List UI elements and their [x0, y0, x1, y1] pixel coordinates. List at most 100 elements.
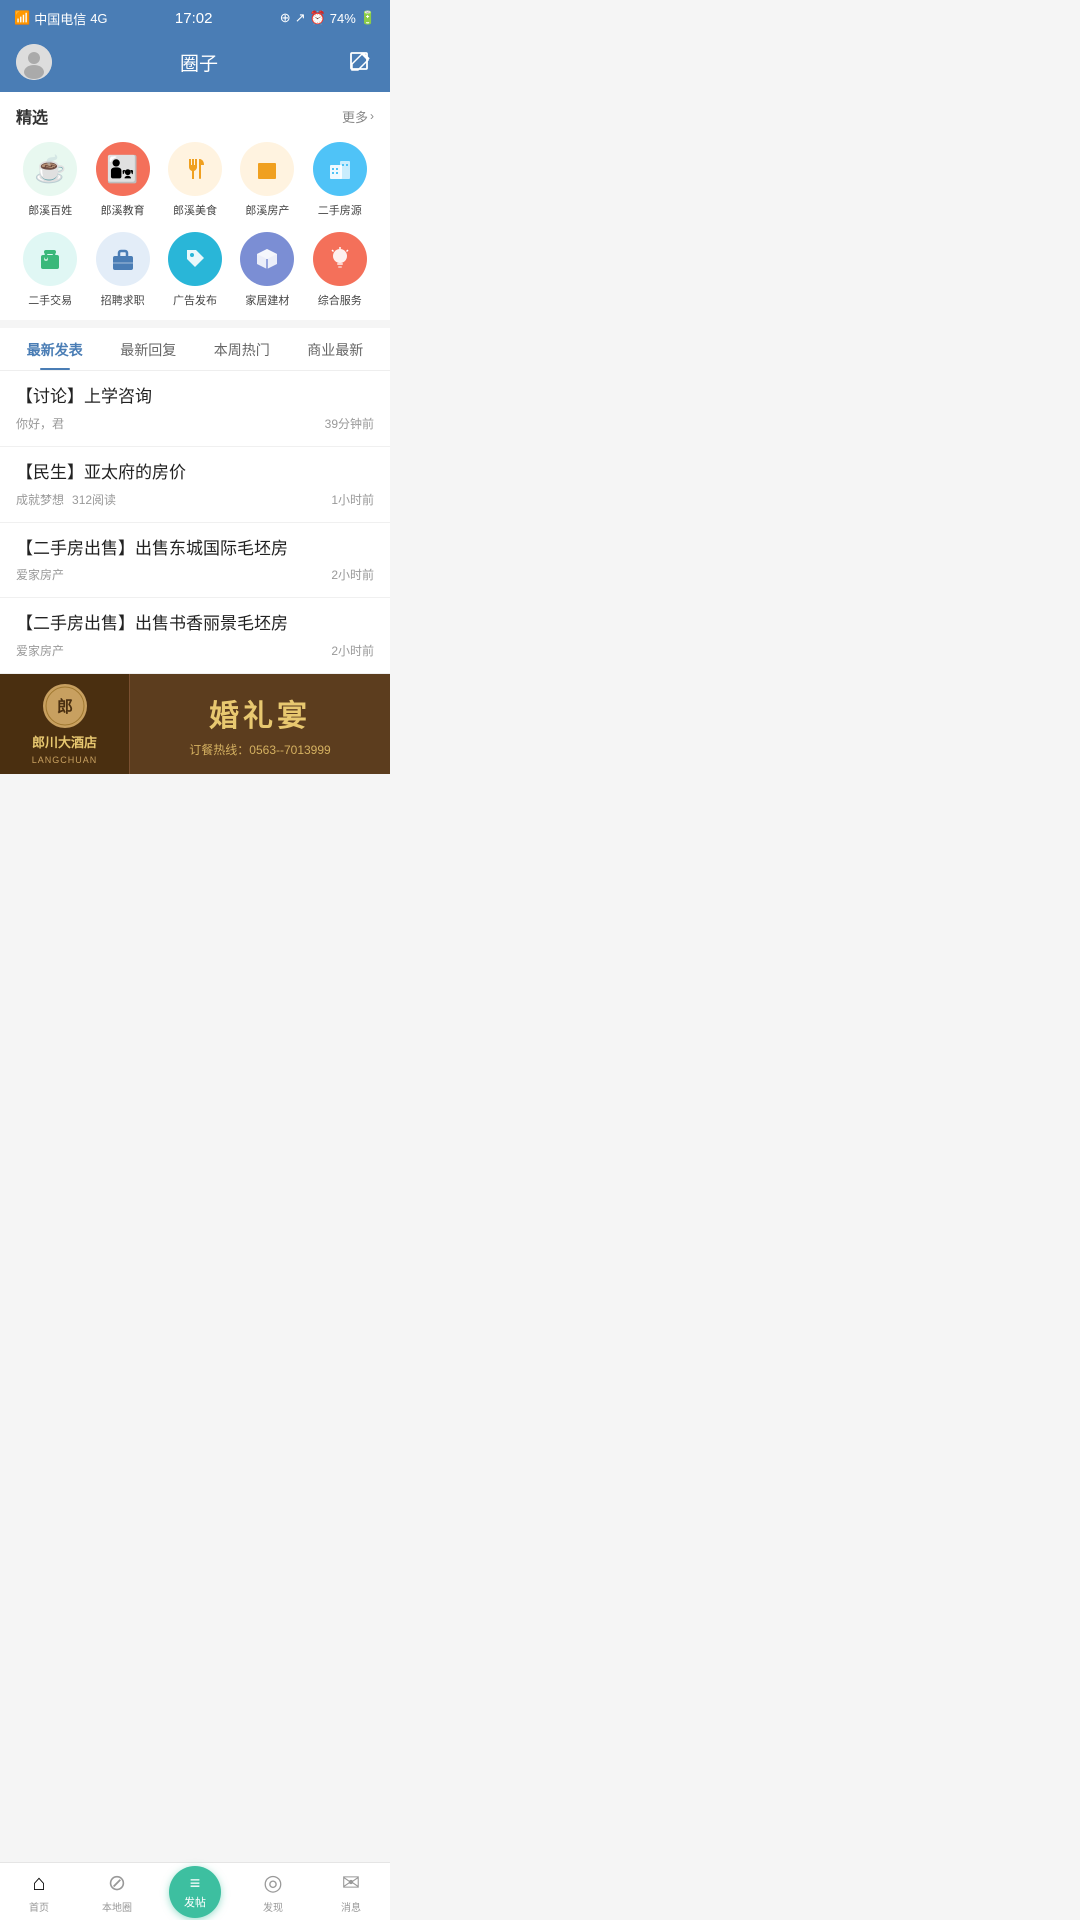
status-bar: 📶 中国电信 4G 17:02 ⊕ ↗ ⏰ 74% 🔋	[0, 0, 390, 36]
tab-latest[interactable]: 最新发表	[8, 328, 102, 370]
category-icon-ershoufangyuan	[313, 142, 367, 196]
ad-main-text: 婚礼宴	[209, 691, 311, 735]
category-label-guanggao: 广告发布	[173, 292, 217, 308]
post-author-reads: 爱家房产	[16, 566, 64, 583]
category-baixing[interactable]: ☕ 郎溪百姓	[16, 142, 84, 218]
post-time: 2小时前	[331, 642, 374, 659]
post-author-reads: 你好，君	[16, 415, 64, 432]
nav-localcircle-label: 本地圈	[102, 1899, 132, 1914]
more-link[interactable]: 更多 ›	[342, 107, 374, 126]
mail-icon: ✉	[342, 1870, 360, 1896]
status-left: 📶 中国电信 4G	[14, 9, 108, 28]
category-ershoujiaoy[interactable]: 二手交易	[16, 232, 84, 308]
plus-icon: ≡	[190, 1874, 201, 1892]
nav-home-label: 首页	[29, 1899, 49, 1914]
category-jiaoyu[interactable]: 👨‍👧 郎溪教育	[88, 142, 156, 218]
post-meta: 你好，君 39分钟前	[16, 415, 374, 432]
arrow-icon: ↗	[295, 10, 306, 26]
more-label: 更多	[342, 107, 368, 126]
nav-discover[interactable]: ◎ 发现	[234, 1863, 312, 1920]
ad-logo: 郎	[43, 684, 87, 728]
category-label-jiaju: 家居建材	[245, 292, 289, 308]
post-item[interactable]: 【二手房出售】出售东城国际毛坯房爱家房产 2小时前	[0, 523, 390, 599]
categories-grid: ☕ 郎溪百姓 👨‍👧 郎溪教育郎溪美食郎溪房产 二手房源二手交易招聘求职 广告发布 家居建材…	[16, 142, 374, 308]
circle-icon: ⊘	[108, 1870, 126, 1896]
post-author: 爱家房产	[16, 566, 64, 583]
category-label-fangchan: 郎溪房产	[245, 202, 289, 218]
category-zhaopin[interactable]: 招聘求职	[88, 232, 156, 308]
post-title: 【讨论】上学咨询	[16, 385, 374, 409]
post-title: 【民生】亚太府的房价	[16, 461, 374, 485]
tab-reply[interactable]: 最新回复	[102, 328, 196, 370]
post-meta: 爱家房产 2小时前	[16, 566, 374, 583]
nav-home[interactable]: ⌂ 首页	[0, 1863, 78, 1920]
battery-label: 74%	[330, 11, 356, 26]
post-author: 爱家房产	[16, 642, 64, 659]
post-title: 【二手房出售】出售东城国际毛坯房	[16, 537, 374, 561]
nav-message[interactable]: ✉ 消息	[312, 1863, 390, 1920]
avatar[interactable]	[16, 44, 52, 80]
posts-section: 【讨论】上学咨询你好，君 39分钟前【民生】亚太府的房价成就梦想312阅读1小时前…	[0, 371, 390, 674]
category-guanggao[interactable]: 广告发布	[161, 232, 229, 308]
tab-hot[interactable]: 本周热门	[195, 328, 289, 370]
edit-icon	[348, 50, 372, 74]
time-label: 17:02	[175, 10, 213, 27]
post-item[interactable]: 【讨论】上学咨询你好，君 39分钟前	[0, 371, 390, 447]
category-icon-meishi	[168, 142, 222, 196]
post-time: 2小时前	[331, 566, 374, 583]
fab-button[interactable]: ≡ 发帖	[169, 1866, 221, 1918]
category-icon-jiaju	[240, 232, 294, 286]
tab-business[interactable]: 商业最新	[289, 328, 383, 370]
signal-icon: 📶	[14, 10, 30, 26]
category-icon-guanggao	[168, 232, 222, 286]
home-icon: ⌂	[32, 1870, 45, 1896]
post-title: 【二手房出售】出售书香丽景毛坯房	[16, 612, 374, 636]
post-author-reads: 爱家房产	[16, 642, 64, 659]
ad-hotel-sub: LANGCHUAN	[32, 755, 98, 765]
post-meta: 爱家房产 2小时前	[16, 642, 374, 659]
alarm-icon: ⏰	[310, 10, 326, 26]
ad-hotel-info: 郎 郎川大酒店 LANGCHUAN	[0, 674, 130, 774]
post-meta: 成就梦想312阅读1小时前	[16, 491, 374, 508]
category-label-ershoufangyuan: 二手房源	[318, 202, 362, 218]
ad-banner[interactable]: 郎 郎川大酒店 LANGCHUAN 婚礼宴 订餐热线：0563--7013999	[0, 674, 390, 774]
tabs-section: 最新发表最新回复本周热门商业最新	[0, 328, 390, 371]
category-label-jiaoyu: 郎溪教育	[101, 202, 145, 218]
post-time: 39分钟前	[325, 415, 374, 432]
battery-icon: 🔋	[360, 10, 376, 26]
nav-localcircle[interactable]: ⊘ 本地圈	[78, 1863, 156, 1920]
category-ershoufangyuan[interactable]: 二手房源	[306, 142, 374, 218]
category-fangchan[interactable]: 郎溪房产	[233, 142, 301, 218]
location-icon: ⊕	[280, 10, 291, 26]
category-icon-baixing: ☕	[23, 142, 77, 196]
post-item[interactable]: 【民生】亚太府的房价成就梦想312阅读1小时前	[0, 447, 390, 523]
category-jiaju[interactable]: 家居建材	[233, 232, 301, 308]
featured-header: 精选 更多 ›	[16, 104, 374, 128]
carrier-label: 中国电信	[34, 9, 86, 28]
post-author: 你好，君	[16, 415, 64, 432]
category-label-zhaopin: 招聘求职	[101, 292, 145, 308]
category-icon-fangchan	[240, 142, 294, 196]
category-zonghe[interactable]: 综合服务	[306, 232, 374, 308]
category-label-zonghe: 综合服务	[318, 292, 362, 308]
fab-label: 发帖	[184, 1894, 206, 1910]
status-right: ⊕ ↗ ⏰ 74% 🔋	[280, 10, 376, 26]
category-label-baixing: 郎溪百姓	[28, 202, 72, 218]
nav-message-label: 消息	[341, 1899, 361, 1914]
nav-discover-label: 发现	[263, 1899, 283, 1914]
post-item[interactable]: 【二手房出售】出售书香丽景毛坯房爱家房产 2小时前	[0, 598, 390, 674]
category-meishi[interactable]: 郎溪美食	[161, 142, 229, 218]
header-title: 圈子	[52, 49, 346, 76]
category-icon-ershoujiaoy	[23, 232, 77, 286]
compass-icon: ◎	[263, 1870, 282, 1896]
bottom-nav: ⌂ 首页 ⊘ 本地圈 ≡ 发帖 ◎ 发现 ✉ 消息	[0, 1862, 390, 1920]
post-reads: 312阅读	[72, 491, 116, 508]
header: 圈子	[0, 36, 390, 92]
nav-fab[interactable]: ≡ 发帖	[156, 1863, 234, 1920]
featured-title: 精选	[16, 104, 48, 128]
category-icon-jiaoyu: 👨‍👧	[96, 142, 150, 196]
ad-sub-text: 订餐热线：0563--7013999	[189, 741, 330, 758]
ad-right: 婚礼宴 订餐热线：0563--7013999	[130, 674, 390, 774]
ad-hotel-name: 郎川大酒店	[32, 732, 97, 751]
edit-button[interactable]	[346, 48, 374, 76]
